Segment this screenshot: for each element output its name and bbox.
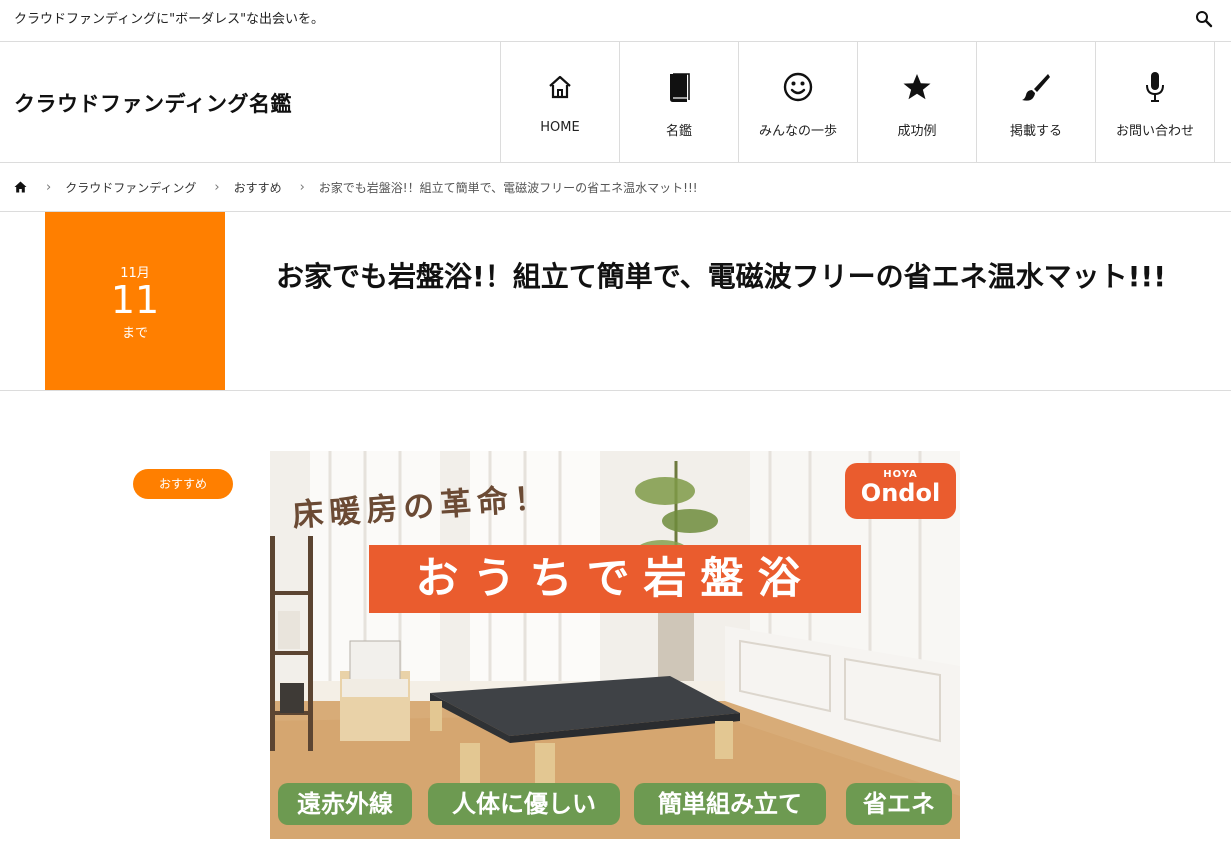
- nav-label: お問い合わせ: [1115, 124, 1194, 139]
- feature-pill: 省エネ: [846, 783, 952, 825]
- brush-icon: [1019, 70, 1053, 104]
- site-title[interactable]: クラウドファンディング名鑑: [14, 88, 292, 118]
- site-header: クラウドファンディング名鑑 HOME 名鑑 みんなの一歩 成功例 掲載する お問…: [0, 42, 1231, 163]
- nav-item-home[interactable]: HOME: [501, 42, 620, 162]
- hero-image: 床暖房の革命！ おうちで岩盤浴 HOYA Ondol 遠赤外線 人体に優しい 簡…: [270, 451, 960, 839]
- home-icon[interactable]: [14, 180, 28, 194]
- chevron-right-icon: ›: [299, 179, 305, 195]
- nav-label: 成功例: [897, 124, 937, 139]
- nav-item-directory[interactable]: 名鑑: [620, 42, 739, 162]
- breadcrumb-link-recommended[interactable]: おすすめ: [234, 179, 282, 196]
- nav-item-post-listing[interactable]: 掲載する: [977, 42, 1096, 162]
- deadline-date-box: 11月 11 まで: [45, 212, 225, 390]
- top-bar: クラウドファンディングに"ボーダレス"な出会いを。: [0, 0, 1231, 42]
- logo-top-text: HOYA: [883, 469, 918, 480]
- breadcrumb-link-crowdfunding[interactable]: クラウドファンディング: [65, 179, 196, 196]
- nav-label: 名鑑: [665, 124, 692, 139]
- logo-main-text: Ondol: [860, 479, 941, 507]
- search-icon[interactable]: [1195, 10, 1213, 28]
- nav-label: HOME: [540, 120, 580, 135]
- star-icon: [900, 70, 934, 104]
- brand-logo: HOYA Ondol: [845, 463, 956, 519]
- nav-item-everyone-step[interactable]: みんなの一歩: [739, 42, 858, 162]
- chevron-right-icon: ›: [46, 179, 52, 195]
- nav-label: みんなの一歩: [758, 124, 837, 139]
- date-suffix: まで: [121, 326, 148, 341]
- feature-pill: 簡単組み立て: [634, 783, 826, 825]
- feature-pill: 人体に優しい: [428, 783, 620, 825]
- feature-pill: 遠赤外線: [278, 783, 412, 825]
- feature-pills: 遠赤外線 人体に優しい 簡単組み立て 省エネ: [278, 783, 958, 827]
- category-badge[interactable]: おすすめ: [133, 469, 233, 499]
- chevron-right-icon: ›: [214, 179, 220, 195]
- post-header: 11月 11 まで お家でも岩盤浴!！組立て簡単で、電磁波フリーの省エネ温水マッ…: [0, 212, 1231, 391]
- nav-item-contact[interactable]: お問い合わせ: [1096, 42, 1215, 162]
- post-title: お家でも岩盤浴!！組立て簡単で、電磁波フリーの省エネ温水マット!!!: [276, 260, 1166, 293]
- breadcrumb-current: お家でも岩盤浴!！組立て簡単で、電磁波フリーの省エネ温水マット!!!: [318, 180, 698, 195]
- nav-item-success-cases[interactable]: 成功例: [858, 42, 977, 162]
- smiley-icon: [781, 70, 815, 104]
- site-tagline: クラウドファンディングに"ボーダレス"な出会いを。: [14, 12, 325, 27]
- breadcrumb: › クラウドファンディング › おすすめ › お家でも岩盤浴!！組立て簡単で、電…: [0, 163, 1231, 212]
- nav-label: 掲載する: [1009, 124, 1062, 139]
- microphone-icon: [1138, 70, 1172, 104]
- home-icon: [543, 70, 577, 104]
- book-icon: [662, 70, 696, 104]
- date-day: 11: [110, 278, 160, 322]
- global-nav: HOME 名鑑 みんなの一歩 成功例 掲載する お問い合わせ: [500, 42, 1215, 162]
- hero-banner: おうちで岩盤浴: [369, 545, 861, 613]
